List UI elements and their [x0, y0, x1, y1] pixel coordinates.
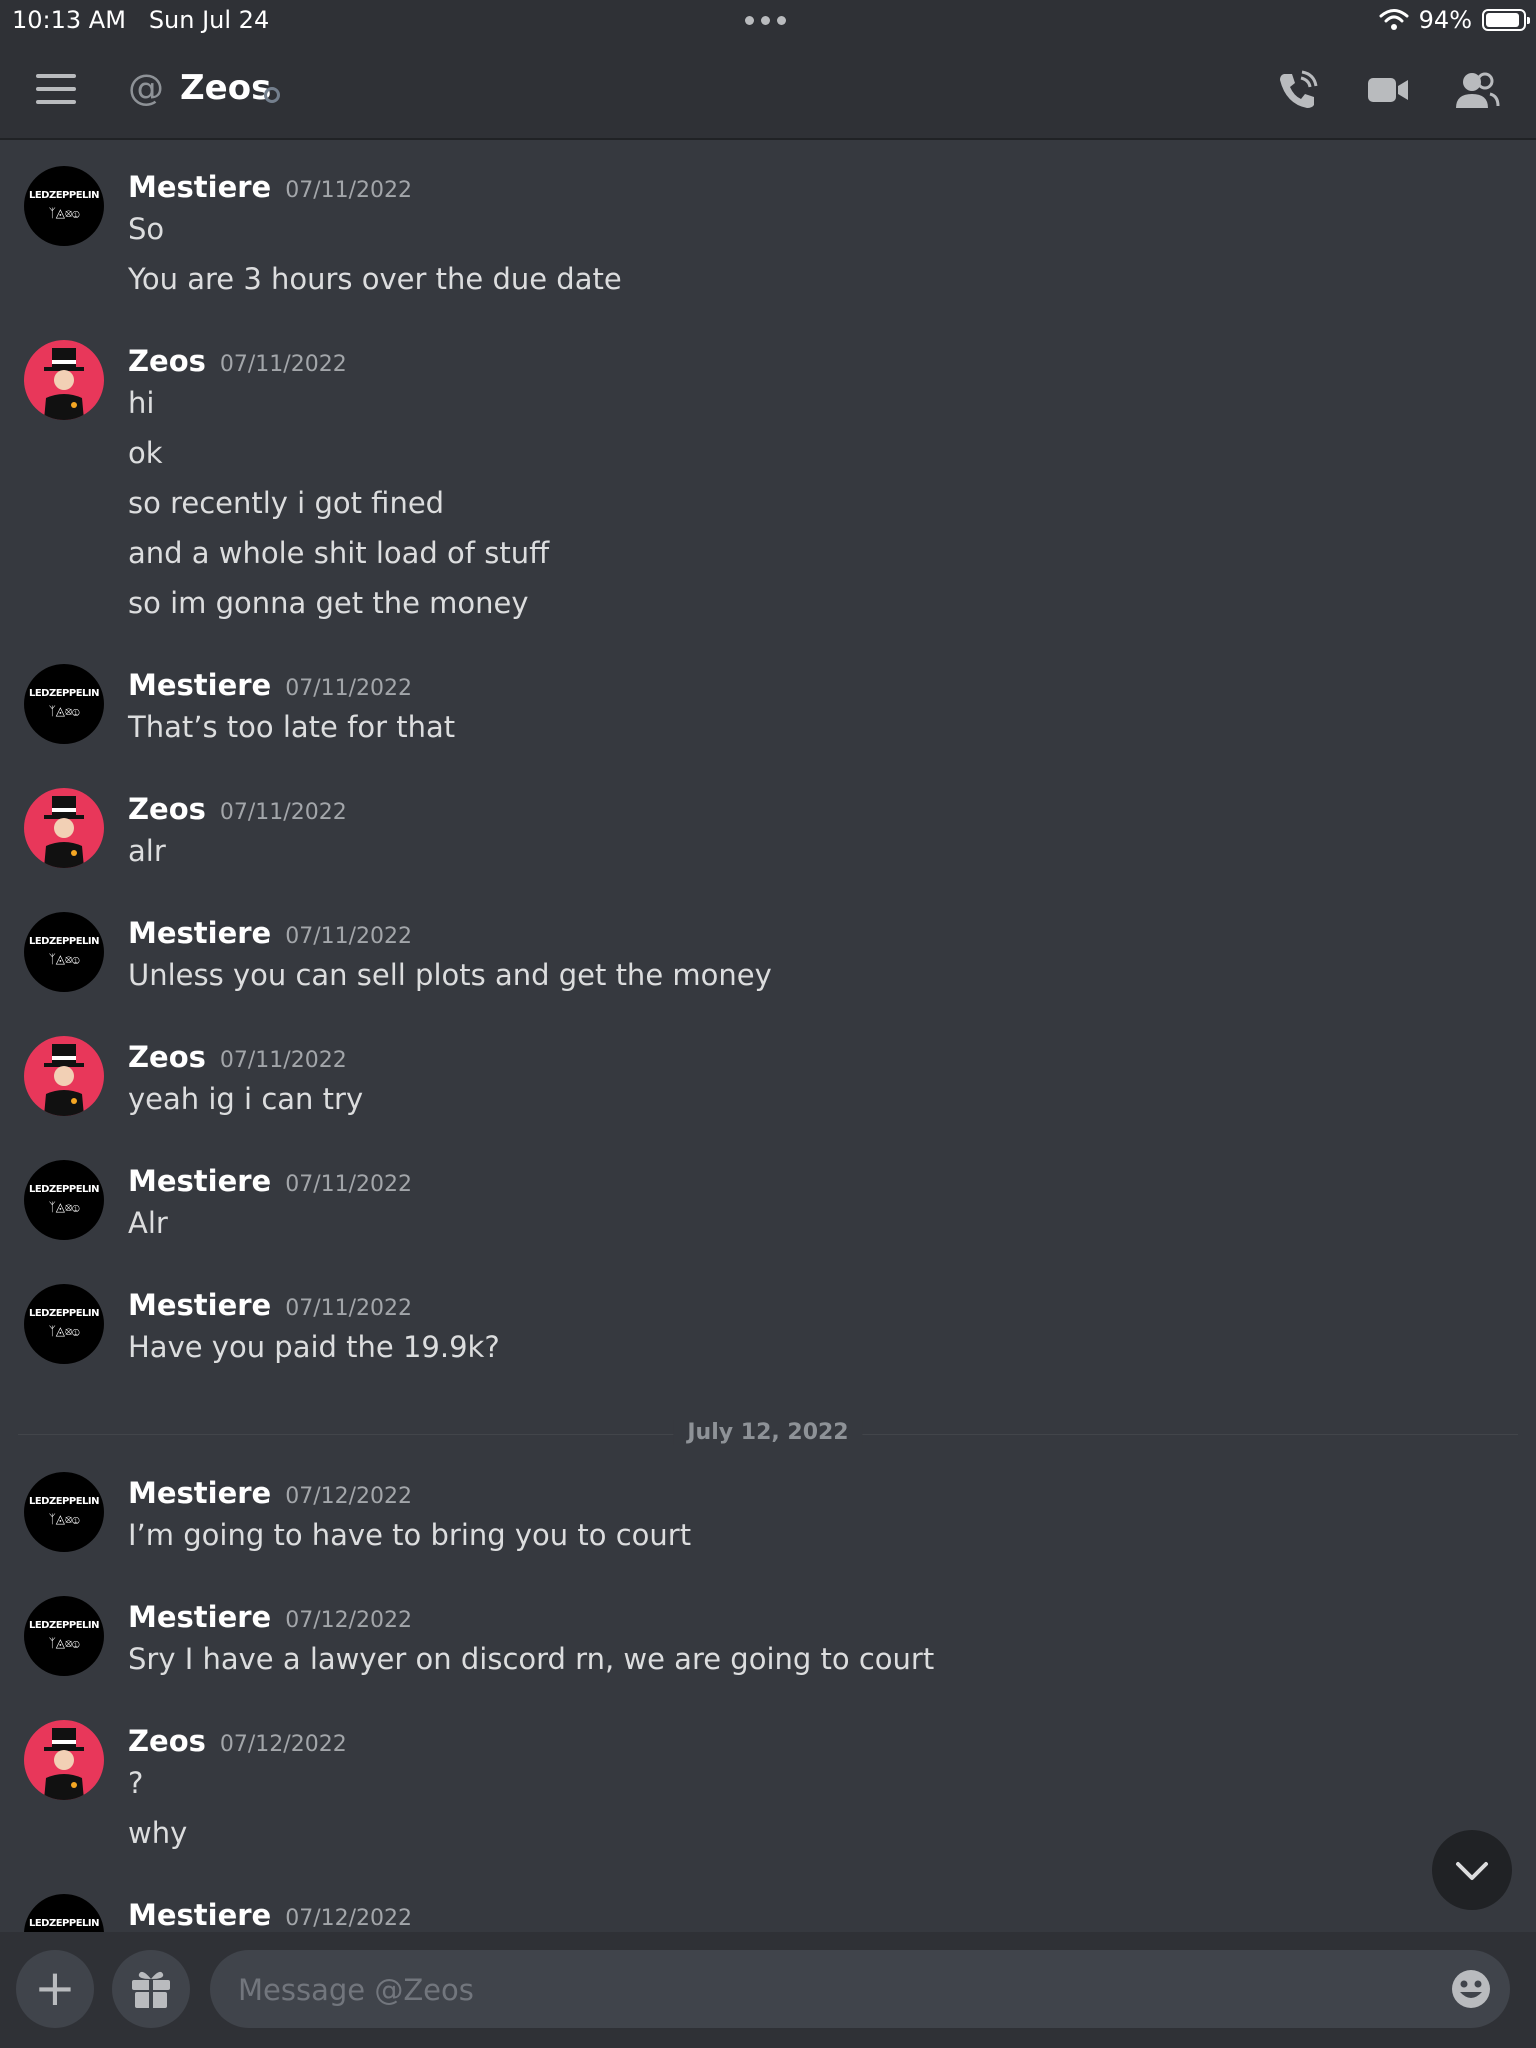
gift-button[interactable]	[112, 1950, 190, 2028]
status-time: 10:13 AM Sun Jul 24	[12, 6, 270, 34]
message-author[interactable]: Zeos 07/11/2022	[128, 344, 347, 378]
message-text: I’m going to have to bring you to court	[128, 1518, 692, 1552]
at-icon: @	[128, 68, 164, 109]
top-hat-character-icon	[44, 1728, 84, 1800]
message-timestamp: 07/11/2022	[285, 1172, 413, 1197]
chevron-down-icon	[1456, 1862, 1488, 1880]
message-timestamp: 07/11/2022	[219, 352, 347, 377]
channel-header: @ Zeos	[0, 40, 1536, 140]
message-timestamp: 07/12/2022	[219, 1732, 347, 1757]
message-text: Alr	[128, 1206, 168, 1240]
multitasking-dots-icon[interactable]	[745, 16, 786, 25]
message-author[interactable]: Zeos 07/12/2022	[128, 1724, 347, 1758]
channel-title: Zeos	[180, 68, 272, 108]
message-timestamp: 07/11/2022	[219, 800, 347, 825]
message-timestamp: 07/11/2022	[285, 924, 413, 949]
message-text: alr	[128, 834, 166, 868]
message-author[interactable]: Mestiere 07/11/2022	[128, 1288, 412, 1322]
avatar-zeos[interactable]	[24, 1036, 104, 1116]
message-input[interactable]	[236, 1950, 1400, 2030]
avatar-mestiere[interactable]: LEDZEPPELINᛉ◬⦻ⓘ	[24, 664, 104, 744]
avatar-zeos[interactable]	[24, 788, 104, 868]
message-text: so recently i got fined	[128, 486, 445, 520]
avatar-zeos[interactable]	[24, 1720, 104, 1800]
call-icon[interactable]	[1274, 66, 1322, 114]
date-divider-label: July 12, 2022	[673, 1420, 863, 1445]
message-author[interactable]: Mestiere 07/11/2022	[128, 916, 412, 950]
date-divider: July 12, 2022	[18, 1420, 1518, 1450]
jump-to-present-button[interactable]	[1432, 1830, 1512, 1910]
message-composer: +	[0, 1932, 1536, 2048]
message-text: So	[128, 212, 165, 246]
avatar-mestiere[interactable]: LEDZEPPELINᛉ◬⦻ⓘ	[24, 1160, 104, 1240]
message-text: You are 3 hours over the due date	[128, 262, 622, 296]
member-list-icon[interactable]	[1452, 66, 1500, 114]
message-author[interactable]: Mestiere 07/11/2022	[128, 668, 412, 702]
message-timestamp: 07/12/2022	[285, 1608, 413, 1633]
message-text: so im gonna get the money	[128, 586, 529, 620]
status-right: 94%	[1379, 6, 1530, 34]
message-text: Sry I have a lawyer on discord rn, we ar…	[128, 1642, 935, 1676]
message-author[interactable]: Mestiere 07/11/2022	[128, 170, 412, 204]
message-text: ok	[128, 436, 163, 470]
presence-offline-icon	[264, 87, 280, 103]
avatar-mestiere[interactable]: LEDZEPPELINᛉ◬⦻ⓘ	[24, 912, 104, 992]
message-text: why	[128, 1816, 188, 1850]
video-icon[interactable]	[1364, 66, 1412, 114]
message-text: Have you paid the 19.9k?	[128, 1330, 500, 1364]
message-timestamp: 07/12/2022	[285, 1906, 413, 1931]
message-text: Unless you can sell plots and get the mo…	[128, 958, 772, 992]
message-text: ?	[128, 1766, 144, 1800]
message-author[interactable]: Mestiere 07/12/2022	[128, 1898, 412, 1932]
message-author[interactable]: Mestiere 07/12/2022	[128, 1476, 412, 1510]
message-text: hi	[128, 386, 155, 420]
avatar-mestiere[interactable]: LEDZEPPELINᛉ◬⦻ⓘ	[24, 1596, 104, 1676]
avatar-mestiere[interactable]: LEDZEPPELINᛉ◬⦻ⓘ	[24, 1472, 104, 1552]
attach-button[interactable]: +	[16, 1950, 94, 2028]
avatar-mestiere[interactable]: LEDZEPPELINᛉ◬⦻ⓘ	[24, 1894, 104, 1932]
message-text: That’s too late for that	[128, 710, 456, 744]
message-timestamp: 07/11/2022	[285, 676, 413, 701]
battery-percent: 94%	[1418, 6, 1472, 34]
menu-icon[interactable]	[36, 74, 76, 104]
message-timestamp: 07/11/2022	[285, 1296, 413, 1321]
message-input-box	[210, 1950, 1510, 2030]
top-hat-character-icon	[44, 796, 84, 868]
message-author[interactable]: Zeos 07/11/2022	[128, 1040, 347, 1074]
message-timestamp: 07/12/2022	[285, 1484, 413, 1509]
status-bar: 10:13 AM Sun Jul 24 94%	[0, 0, 1536, 40]
message-timestamp: 07/11/2022	[285, 178, 413, 203]
message-text: and a whole shit load of stuff	[128, 536, 550, 570]
gift-icon	[132, 1971, 170, 2008]
avatar-zeos[interactable]	[24, 340, 104, 420]
avatar-mestiere[interactable]: LEDZEPPELINᛉ◬⦻ⓘ	[24, 1284, 104, 1364]
wifi-icon	[1379, 9, 1409, 30]
top-hat-character-icon	[44, 348, 84, 420]
message-author[interactable]: Mestiere 07/11/2022	[128, 1164, 412, 1198]
top-hat-character-icon	[44, 1044, 84, 1116]
battery-icon	[1482, 9, 1530, 31]
message-author[interactable]: Zeos 07/11/2022	[128, 792, 347, 826]
emoji-icon[interactable]	[1450, 1968, 1492, 2010]
message-timestamp: 07/11/2022	[219, 1048, 347, 1073]
message-list[interactable]: LEDZEPPELIN ᛉ◬⦻ⓘ Mestiere 07/11/2022 So Yo…	[0, 142, 1536, 1932]
plus-icon: +	[34, 1959, 76, 2017]
message-author[interactable]: Mestiere 07/12/2022	[128, 1600, 412, 1634]
avatar-mestiere[interactable]: LEDZEPPELINᛉ◬⦻ⓘ	[24, 166, 104, 246]
message-text: yeah ig i can try	[128, 1082, 364, 1116]
